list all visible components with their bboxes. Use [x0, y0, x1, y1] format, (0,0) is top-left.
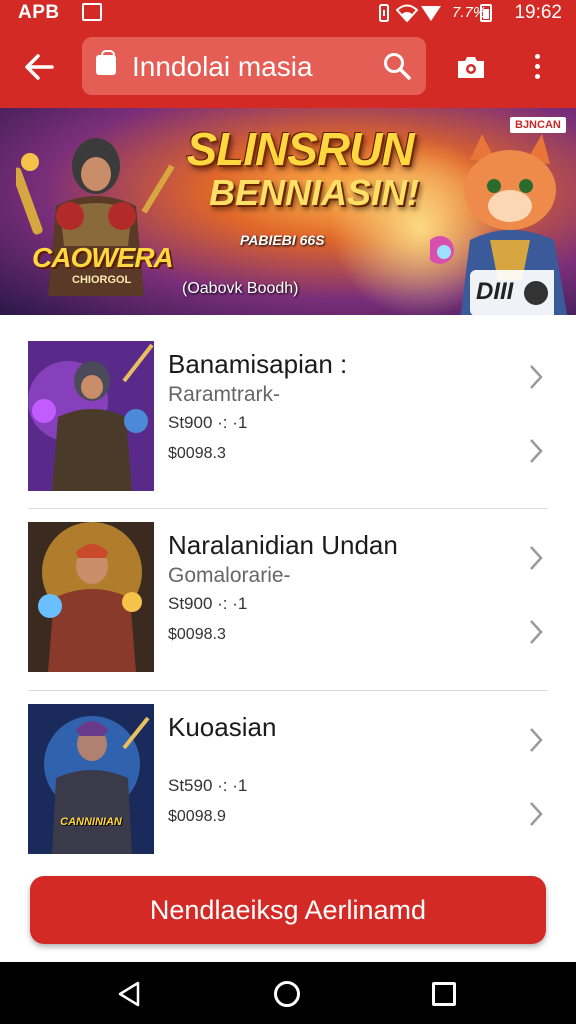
item-title: Banamisapian :: [168, 349, 348, 379]
chevron-right-icon[interactable]: [528, 726, 544, 754]
item-price-secondary: $0098.3: [168, 626, 226, 643]
wifi-icon: [396, 4, 418, 22]
list-item[interactable]: Naralanidian Undan Gomalorarie- St900 ·:…: [28, 522, 548, 704]
battery-icon: [480, 4, 492, 22]
status-bar: APB 7.7% 19:62: [0, 0, 576, 26]
item-title: Naralanidian Undan: [168, 530, 398, 560]
vibrate-icon: [379, 4, 389, 22]
banner-tagline: PABIEBI 66S: [240, 232, 325, 248]
chevron-right-icon[interactable]: [528, 544, 544, 572]
banner-logo-subtext: CHIORGOL: [72, 274, 132, 286]
more-vert-icon[interactable]: [528, 52, 546, 82]
banner-logo-text: CAOWERA: [32, 242, 174, 273]
chevron-right-icon[interactable]: [528, 800, 544, 828]
banner-caption: (Oabovk Boodh): [182, 280, 299, 297]
banner-play-label: DIII: [476, 278, 514, 305]
primary-action-button[interactable]: Nendlaeiksg Aerlinamd: [30, 876, 546, 944]
shopping-bag-icon: [96, 50, 116, 75]
item-title: Kuoasian: [168, 712, 277, 742]
chevron-right-icon[interactable]: [528, 363, 544, 391]
back-arrow-icon[interactable]: [22, 50, 56, 84]
nav-recents-icon[interactable]: [432, 982, 456, 1006]
item-subtitle: Raramtrark-: [168, 383, 281, 406]
banner-title: SLINSRUN: [186, 123, 414, 175]
search-icon[interactable]: [382, 51, 412, 81]
image-icon: [82, 3, 102, 21]
game-thumbnail: [28, 522, 154, 672]
banner-play-button[interactable]: DIII: [470, 270, 554, 315]
status-time: 19:62: [514, 2, 562, 23]
app-toolbar: Inndolai masia: [0, 26, 576, 108]
search-query-text[interactable]: Inndolai masia: [132, 51, 313, 83]
item-price-secondary: $0098.3: [168, 445, 226, 462]
promo-banner[interactable]: SLINSRUN BENNIASIN! PABIEBI 66S CAOWERA …: [0, 108, 576, 315]
nav-home-icon[interactable]: [274, 981, 300, 1007]
list-divider: [28, 690, 548, 691]
list-item[interactable]: CANNINIAN Kuoasian St590 ·: ·1 $0098.9: [28, 704, 548, 886]
list-divider: [28, 508, 548, 509]
item-price-primary: St590 ·: ·1: [168, 776, 248, 795]
refresh-icon: [524, 281, 548, 305]
status-carrier-text: APB: [18, 2, 60, 23]
banner-subtitle: BENNIASIN!: [208, 172, 419, 213]
banner-hero-illustration: [16, 138, 175, 296]
game-thumbnail: [28, 704, 154, 854]
item-subtitle: Gomalorarie-: [168, 564, 291, 587]
banner-badge: BJNCAN: [510, 117, 566, 133]
item-price-primary: St900 ·: ·1: [168, 594, 248, 613]
list-item[interactable]: Banamisapian : Raramtrark- St900 ·: ·1 $…: [28, 341, 548, 523]
camera-icon[interactable]: [456, 54, 486, 80]
chevron-right-icon[interactable]: [528, 437, 544, 465]
thumbnail-logo-text: CANNINIAN: [60, 816, 122, 828]
search-input[interactable]: Inndolai masia: [82, 37, 426, 95]
signal-icon: [421, 6, 441, 21]
chevron-right-icon[interactable]: [528, 618, 544, 646]
nav-back-icon[interactable]: [116, 980, 142, 1008]
item-price-primary: St900 ·: ·1: [168, 413, 248, 432]
game-thumbnail: [28, 341, 154, 491]
system-nav-bar: [0, 962, 576, 1024]
item-price-secondary: $0098.9: [168, 808, 226, 825]
